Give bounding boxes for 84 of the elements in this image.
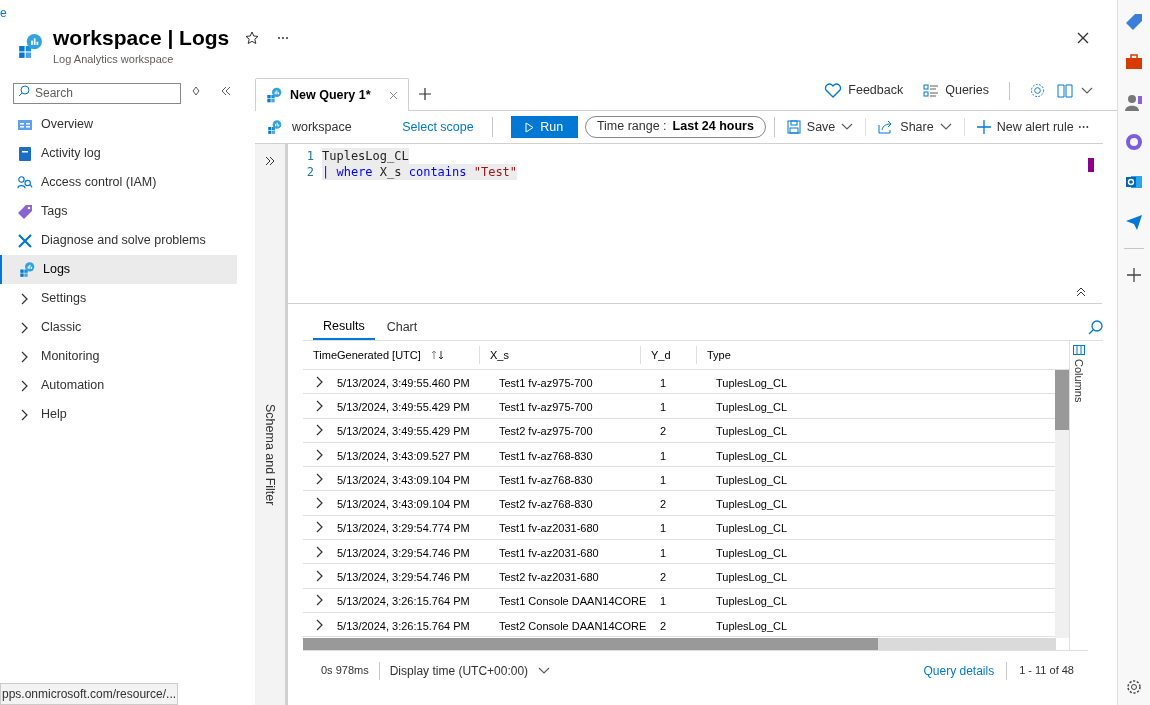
table-cell: 1 [660, 473, 667, 486]
sidebar-item[interactable]: Overview [0, 110, 237, 139]
result-count: 1 - 11 of 48 [1019, 663, 1074, 679]
sidebar-item[interactable]: Tags [0, 197, 237, 226]
table-cell: 5/13/2024, 3:49:55.429 PM [337, 425, 470, 438]
table-cell: TuplesLog_CL [716, 571, 788, 584]
column-header[interactable]: Y_d [651, 346, 671, 364]
link-text[interactable]: e [0, 6, 7, 20]
results-tab[interactable]: Chart [376, 314, 428, 340]
url-tooltip: pps.onmicrosoft.com/resource/... [0, 683, 179, 705]
select-scope-link[interactable]: Select scope [402, 117, 474, 137]
table-cell: 1 [660, 522, 667, 535]
sidebar-item[interactable]: Settings [0, 284, 237, 313]
table-cell: 5/13/2024, 3:49:55.460 PM [337, 376, 470, 389]
table-cell: TuplesLog_CL [716, 400, 788, 413]
table-cell: Test2 fv-az2031-680 [499, 571, 599, 584]
table-cell: TuplesLog_CL [716, 595, 788, 608]
sidebar-item[interactable]: Access control (IAM) [0, 168, 237, 197]
sidebar-item[interactable]: Diagnose and solve problems [0, 226, 237, 255]
table-cell: 2 [660, 571, 667, 584]
table-cell: 2 [660, 425, 667, 438]
table-cell: 5/13/2024, 3:43:09.104 PM [337, 498, 470, 511]
sidebar-item[interactable]: Automation [0, 371, 237, 400]
toolbar-button[interactable]: Share [874, 117, 956, 137]
table-cell: TuplesLog_CL [716, 619, 788, 632]
table-cell: 5/13/2024, 3:49:55.429 PM [337, 400, 470, 413]
table-cell: 1 [660, 400, 667, 413]
column-header[interactable]: TimeGenerated [UTC] [313, 346, 421, 364]
results-tab[interactable]: Results [313, 314, 375, 340]
table-cell: TuplesLog_CL [716, 473, 788, 486]
toolbar-button[interactable]: Queries [923, 81, 989, 100]
sidebar-item[interactable]: Logs [0, 255, 237, 284]
table-cell: 5/13/2024, 3:43:09.104 PM [337, 473, 470, 486]
table-cell: Test1 fv-az768-830 [499, 449, 593, 462]
table-cell: 5/13/2024, 3:29:54.774 PM [337, 522, 470, 535]
display-time-dropdown[interactable]: Display time (UTC+00:00) [389, 661, 551, 680]
table-cell: TuplesLog_CL [716, 522, 788, 535]
table-cell: Test1 fv-az2031-680 [499, 522, 599, 535]
table-cell: 1 [660, 376, 667, 389]
side-panel[interactable]: Schema and Filter [255, 144, 288, 705]
table-cell: Test1 Console DAAN14CORE [499, 595, 647, 608]
table-cell: 5/13/2024, 3:26:15.764 PM [337, 595, 470, 608]
table-cell: 1 [660, 449, 667, 462]
table-cell: 2 [660, 498, 667, 511]
page-title: workspace | Logs [53, 24, 230, 51]
table-cell: Test2 fv-az768-830 [499, 498, 593, 511]
toolbar-button[interactable]: Save [782, 117, 858, 137]
table-cell: Test1 fv-az975-700 [499, 376, 593, 389]
table-cell: TuplesLog_CL [716, 498, 788, 511]
toolbar-button[interactable]: New alert rule [972, 117, 1078, 137]
line-number: 1 [305, 148, 315, 165]
query-details-link[interactable]: Query details [923, 661, 995, 680]
table-cell: TuplesLog_CL [716, 449, 788, 462]
page-subtitle: Log Analytics workspace [53, 51, 175, 67]
sidebar-item[interactable]: Monitoring [0, 342, 237, 371]
run-button[interactable]: Run [510, 116, 578, 138]
table-cell: TuplesLog_CL [716, 376, 788, 389]
table-cell: Test1 fv-az975-700 [499, 400, 593, 413]
table-cell: 1 [660, 546, 667, 559]
line-number: 2 [305, 164, 315, 181]
column-header[interactable]: Type [707, 346, 731, 364]
table-cell: TuplesLog_CL [716, 546, 788, 559]
query-duration: 0s 978ms [321, 663, 369, 679]
sidebar-item[interactable]: Classic [0, 313, 237, 342]
table-cell: Test2 fv-az975-700 [499, 425, 593, 438]
table-cell: Test2 Console DAAN14CORE [499, 619, 647, 632]
table-cell: Test1 fv-az2031-680 [499, 546, 599, 559]
scope-name: workspace [291, 118, 353, 136]
toolbar-button[interactable]: Feedback [824, 81, 904, 100]
table-cell: 5/13/2024, 3:26:15.764 PM [337, 619, 470, 632]
table-cell: 5/13/2024, 3:29:54.746 PM [337, 546, 470, 559]
table-cell: TuplesLog_CL [716, 425, 788, 438]
column-header[interactable]: X_s [490, 346, 509, 364]
table-cell: 2 [660, 619, 667, 632]
sidebar-item[interactable]: Activity log [0, 139, 237, 168]
search-field[interactable]: Search [13, 82, 181, 104]
columns-panel-label[interactable]: Columns [1070, 359, 1088, 403]
sidebar-item[interactable]: Help [0, 400, 237, 429]
table-cell: 5/13/2024, 3:43:09.527 PM [337, 449, 470, 462]
query-tab[interactable]: New Query 1* [255, 78, 409, 111]
table-cell: 1 [660, 595, 667, 608]
table-cell: Test1 fv-az768-830 [499, 473, 593, 486]
table-cell: 5/13/2024, 3:29:54.746 PM [337, 571, 470, 584]
query-editor[interactable]: 1 TuplesLog_CL 2 | where X_s contains "Test" [288, 144, 1102, 304]
